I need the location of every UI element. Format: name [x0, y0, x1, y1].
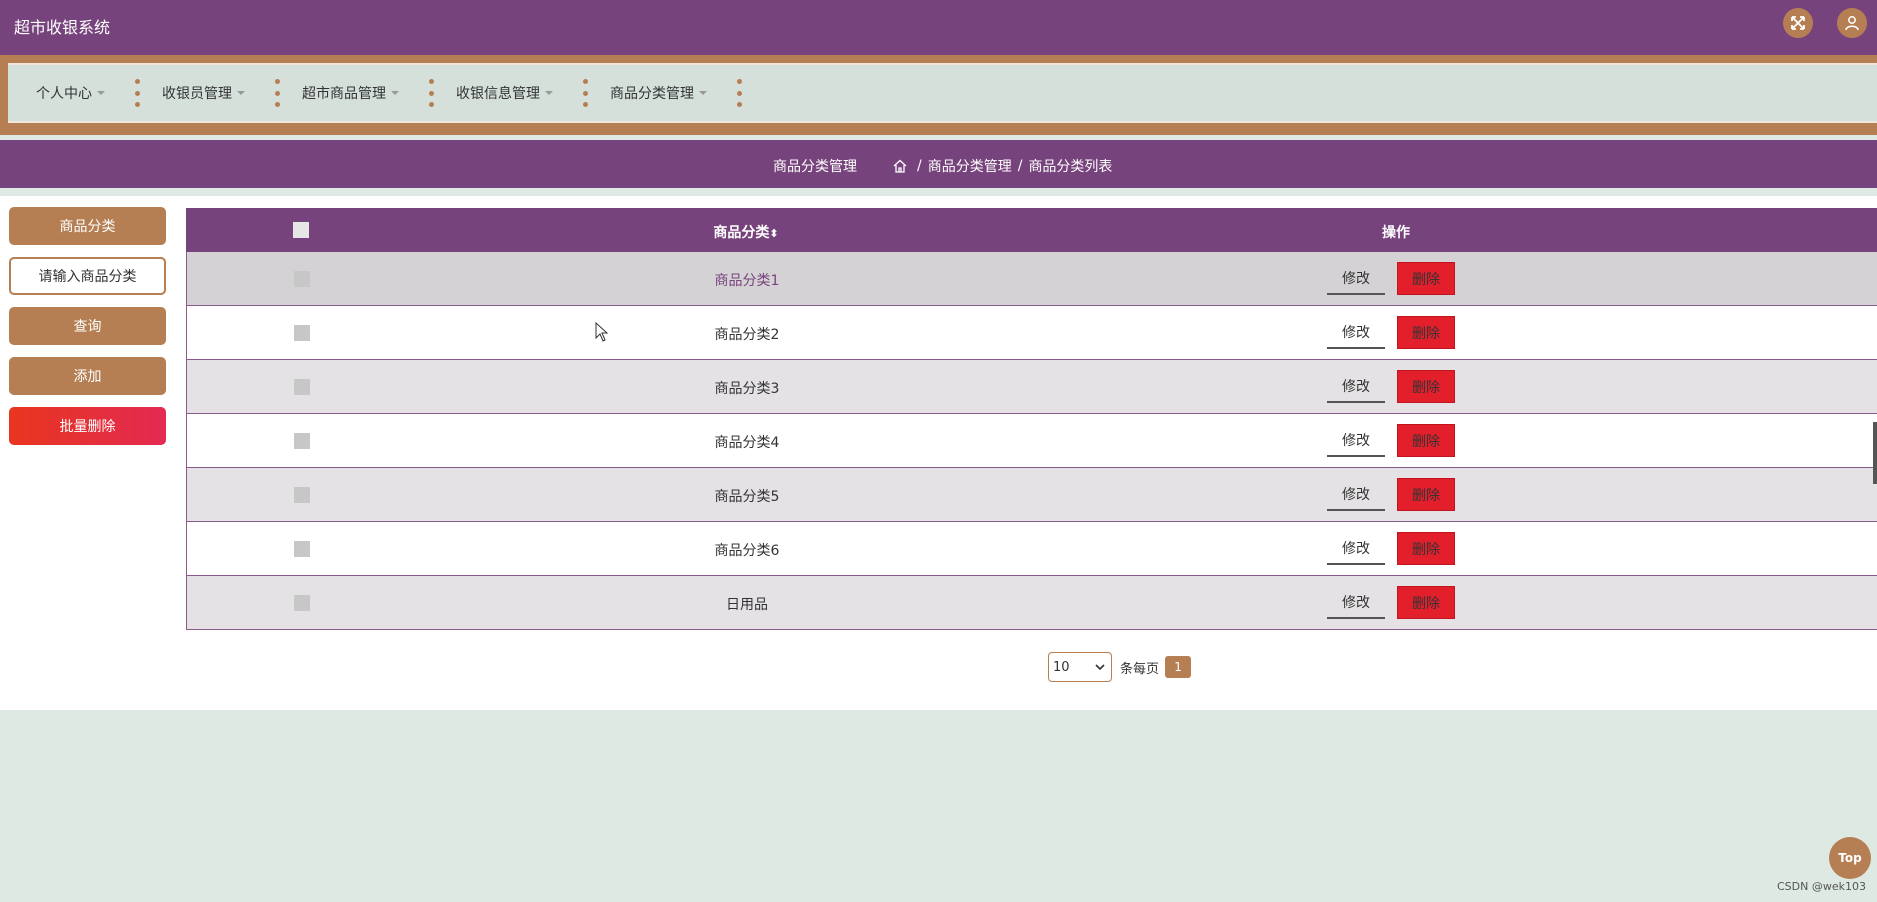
per-page-label: 条每页: [1120, 661, 1160, 677]
row-checkbox[interactable]: [294, 487, 310, 503]
table-row: 商品分类2 修改 删除: [186, 306, 1877, 360]
breadcrumb-separator: /: [1017, 158, 1023, 174]
table-row: 商品分类4 修改 删除: [186, 414, 1877, 468]
breadcrumb-separator: /: [917, 158, 922, 174]
batch-delete-button[interactable]: 批量删除: [9, 407, 166, 445]
sort-icon[interactable]: ⬍: [769, 227, 778, 240]
category-name: 商品分类3: [714, 381, 780, 397]
main-content: 商品分类 请输入商品分类 查询 添加 批量删除 商品分类⬍ 操作 商品分类1 修…: [0, 196, 1877, 710]
nav-item-cashier-info-management[interactable]: 收银信息管理: [456, 83, 553, 103]
nav-item-label: 收银员管理: [162, 86, 232, 102]
nav-item-category-management[interactable]: 商品分类管理: [610, 83, 707, 103]
select-all-checkbox[interactable]: [293, 222, 309, 238]
category-name: 商品分类1: [714, 273, 780, 289]
search-panel: 商品分类 请输入商品分类 查询 添加 批量删除: [9, 207, 166, 457]
row-checkbox[interactable]: [294, 595, 310, 611]
row-checkbox[interactable]: [294, 325, 310, 341]
edit-button[interactable]: 修改: [1327, 262, 1385, 295]
caret-down-icon: [699, 91, 707, 95]
watermark: CSDN @wek103: [1777, 880, 1866, 893]
table-row: 日用品 修改 删除: [186, 576, 1877, 630]
add-button[interactable]: 添加: [9, 357, 166, 395]
nav-item-label: 个人中心: [36, 86, 92, 102]
scrollbar-thumb[interactable]: [1873, 422, 1877, 484]
edit-button[interactable]: 修改: [1327, 370, 1385, 403]
delete-button[interactable]: 删除: [1397, 370, 1455, 403]
main-nav: 个人中心 收银员管理 超市商品管理 收银信息管理 商品分类管理: [0, 55, 1877, 135]
category-name: 商品分类4: [714, 435, 780, 451]
fullscreen-icon[interactable]: [1783, 8, 1813, 38]
nav-item-label: 收银信息管理: [456, 86, 540, 102]
edit-button[interactable]: 修改: [1327, 586, 1385, 619]
nav-separator: [429, 79, 434, 107]
table-row: 商品分类3 修改 删除: [186, 360, 1877, 414]
caret-down-icon: [545, 91, 553, 95]
page-size-select[interactable]: 10: [1048, 652, 1112, 682]
edit-button[interactable]: 修改: [1327, 532, 1385, 565]
chevron-down-icon: [1095, 664, 1105, 670]
table-row: 商品分类5 修改 删除: [186, 468, 1877, 522]
nav-item-personal-center[interactable]: 个人中心: [36, 83, 105, 103]
page-title: 商品分类管理: [773, 159, 857, 175]
category-search-input[interactable]: 请输入商品分类: [9, 257, 166, 295]
query-button[interactable]: 查询: [9, 307, 166, 345]
caret-down-icon: [237, 91, 245, 95]
nav-item-label: 超市商品管理: [302, 86, 386, 102]
edit-button[interactable]: 修改: [1327, 316, 1385, 349]
column-header-actions: 操作: [1382, 225, 1410, 241]
category-table: 商品分类⬍ 操作 商品分类1 修改 删除 商品分类2 修改 删除 商品分类3 修…: [186, 208, 1877, 630]
row-checkbox[interactable]: [294, 271, 310, 287]
table-row: 商品分类1 修改 删除: [186, 252, 1877, 306]
edit-button[interactable]: 修改: [1327, 424, 1385, 457]
user-icon[interactable]: [1837, 8, 1867, 38]
app-title: 超市收银系统: [14, 18, 111, 37]
pagination: 10 条每页 1: [1048, 652, 1192, 682]
table-header: 商品分类⬍ 操作: [186, 208, 1877, 252]
row-checkbox[interactable]: [294, 379, 310, 395]
breadcrumb-bar: 商品分类管理 / 商品分类管理 / 商品分类列表: [0, 140, 1877, 188]
category-name: 日用品: [726, 597, 768, 613]
column-header-category[interactable]: 商品分类⬍: [626, 222, 866, 242]
table-row: 商品分类6 修改 删除: [186, 522, 1877, 576]
nav-separator: [275, 79, 280, 107]
category-name: 商品分类6: [714, 543, 780, 559]
nav-separator: [737, 79, 742, 107]
breadcrumb: / 商品分类管理 / 商品分类列表: [893, 156, 1112, 176]
mouse-cursor-icon: [595, 321, 609, 346]
caret-down-icon: [391, 91, 399, 95]
top-header: 超市收银系统: [0, 0, 1877, 55]
nav-item-product-management[interactable]: 超市商品管理: [302, 83, 399, 103]
caret-down-icon: [97, 91, 105, 95]
delete-button[interactable]: 删除: [1397, 262, 1455, 295]
back-to-top-button[interactable]: Top: [1829, 837, 1871, 879]
breadcrumb-item[interactable]: 商品分类管理: [928, 156, 1012, 176]
category-name: 商品分类5: [714, 489, 780, 505]
delete-button[interactable]: 删除: [1397, 586, 1455, 619]
row-checkbox[interactable]: [294, 433, 310, 449]
delete-button[interactable]: 删除: [1397, 316, 1455, 349]
category-name: 商品分类2: [714, 327, 780, 343]
edit-button[interactable]: 修改: [1327, 478, 1385, 511]
page-number-button[interactable]: 1: [1165, 656, 1192, 678]
nav-separator: [135, 79, 140, 107]
home-icon[interactable]: [893, 159, 911, 173]
delete-button[interactable]: 删除: [1397, 424, 1455, 457]
breadcrumb-item: 商品分类列表: [1028, 159, 1113, 175]
nav-separator: [583, 79, 588, 107]
category-label: 商品分类: [9, 207, 166, 245]
delete-button[interactable]: 删除: [1397, 532, 1455, 565]
nav-item-cashier-management[interactable]: 收银员管理: [162, 83, 245, 103]
delete-button[interactable]: 删除: [1397, 478, 1455, 511]
row-checkbox[interactable]: [294, 541, 310, 557]
nav-item-label: 商品分类管理: [610, 86, 694, 102]
page-size-value: 10: [1053, 659, 1070, 675]
